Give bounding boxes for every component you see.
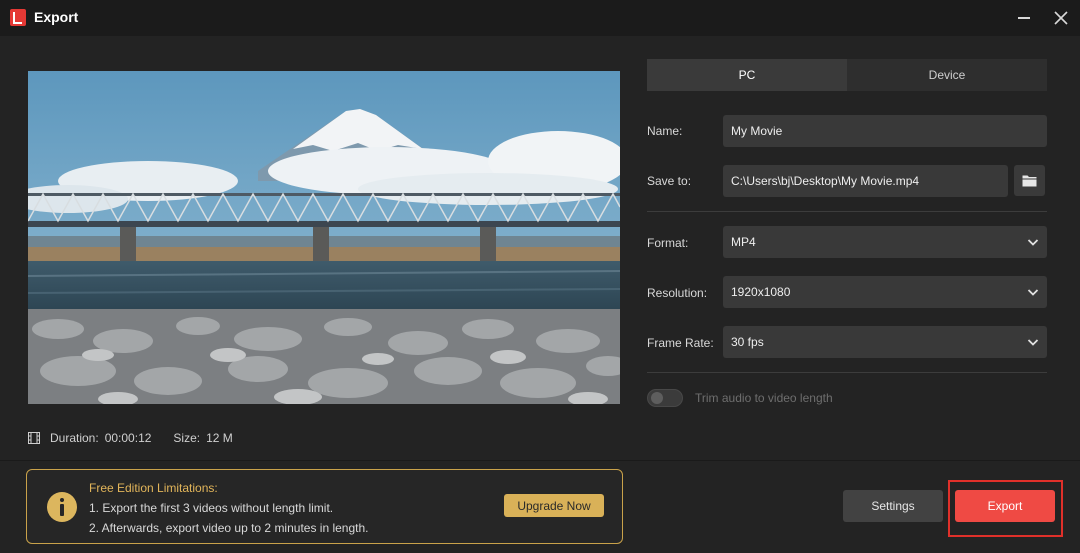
format-label: Format: xyxy=(647,236,689,250)
notice-title: Free Edition Limitations: xyxy=(89,481,218,495)
resolution-select[interactable]: 1920x1080 xyxy=(723,276,1047,308)
folder-icon xyxy=(1022,175,1037,187)
save-path-input[interactable]: C:\Users\bj\Desktop\My Movie.mp4 xyxy=(723,165,1008,197)
toggle-knob xyxy=(651,392,663,404)
footer-divider xyxy=(0,460,1080,461)
close-icon[interactable] xyxy=(1048,6,1074,30)
name-input[interactable]: My Movie xyxy=(723,115,1047,147)
frame-rate-value: 30 fps xyxy=(731,335,764,349)
size-label: Size: xyxy=(173,431,201,445)
app-logo-icon xyxy=(10,9,26,26)
name-label: Name: xyxy=(647,124,683,138)
free-edition-notice: Free Edition Limitations: 1. Export the … xyxy=(26,469,623,544)
size-value: 12 M xyxy=(206,431,233,445)
duration-label: Duration: xyxy=(50,431,99,445)
minimize-icon[interactable] xyxy=(1011,6,1037,30)
settings-button[interactable]: Settings xyxy=(843,490,943,522)
film-icon xyxy=(28,432,40,444)
trim-audio-toggle[interactable] xyxy=(647,389,683,407)
save-path-value: C:\Users\bj\Desktop\My Movie.mp4 xyxy=(731,174,920,188)
tab-pc[interactable]: PC xyxy=(647,59,847,91)
preview-info: Duration: 00:00:12 Size: 12 M xyxy=(28,430,233,446)
trim-audio-label: Trim audio to video length xyxy=(695,391,833,405)
warning-icon xyxy=(47,492,77,522)
destination-tabs: PC Device xyxy=(647,59,1047,91)
title-bar: Export xyxy=(0,0,1080,36)
duration-value: 00:00:12 xyxy=(104,431,152,445)
export-button[interactable]: Export xyxy=(955,490,1055,522)
frame-rate-select[interactable]: 30 fps xyxy=(723,326,1047,358)
divider xyxy=(647,211,1047,212)
resolution-value: 1920x1080 xyxy=(731,285,791,299)
upgrade-now-button[interactable]: Upgrade Now xyxy=(504,494,604,517)
save-to-label: Save to: xyxy=(647,174,692,188)
export-dialog: Export Duration: 00:00:12 Size: 12 M PC … xyxy=(0,0,1080,553)
notice-line-2: 2. Afterwards, export video up to 2 minu… xyxy=(89,521,369,535)
video-preview xyxy=(28,71,620,404)
name-value: My Movie xyxy=(731,124,783,138)
browse-folder-button[interactable] xyxy=(1014,165,1045,196)
chevron-down-icon xyxy=(1027,339,1039,346)
tab-device[interactable]: Device xyxy=(847,59,1047,91)
divider xyxy=(647,372,1047,373)
chevron-down-icon xyxy=(1027,289,1039,296)
format-select[interactable]: MP4 xyxy=(723,226,1047,258)
notice-line-1: 1. Export the first 3 videos without len… xyxy=(89,501,334,515)
resolution-label: Resolution: xyxy=(647,286,708,300)
format-value: MP4 xyxy=(731,235,756,249)
window-title: Export xyxy=(34,9,79,25)
frame-rate-label: Frame Rate: xyxy=(647,336,714,350)
chevron-down-icon xyxy=(1027,239,1039,246)
